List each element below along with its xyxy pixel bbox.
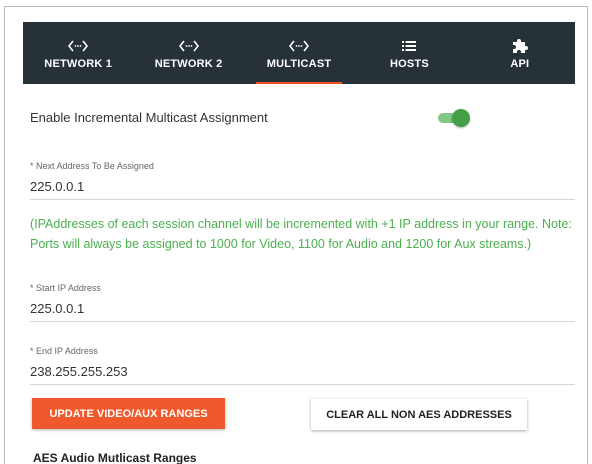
start-ip-value[interactable]: 225.0.0.1 — [30, 301, 575, 316]
incremental-multicast-row: Enable Incremental Multicast Assignment — [30, 107, 560, 129]
tab-label: NETWORK 2 — [154, 57, 223, 70]
start-ip-field[interactable]: * Start IP Address 225.0.0.1 — [30, 283, 575, 322]
end-ip-field[interactable]: * End IP Address 238.255.255.253 — [30, 346, 575, 385]
next-address-value[interactable]: 225.0.0.1 — [30, 179, 575, 194]
tab-network-1[interactable]: NETWORK 1 — [23, 22, 133, 84]
tab-label: HOSTS — [389, 57, 429, 70]
tab-multicast[interactable]: MULTICAST — [244, 22, 354, 84]
list-icon — [402, 37, 417, 55]
aes-section-title: AES Audio Mutlicast Ranges — [33, 451, 197, 464]
puzzle-icon — [512, 37, 528, 55]
start-ip-label: * Start IP Address — [30, 283, 101, 293]
settings-panel: NETWORK 1 NETWORK 2 MULTICAST HOSTS API — [4, 6, 588, 464]
code-brackets-icon — [178, 37, 199, 55]
end-ip-label: * End IP Address — [30, 346, 98, 356]
tab-bar: NETWORK 1 NETWORK 2 MULTICAST HOSTS API — [23, 22, 575, 84]
incremental-multicast-label: Enable Incremental Multicast Assignment — [30, 110, 268, 125]
field-underline — [30, 384, 575, 385]
field-underline — [30, 321, 575, 322]
tab-label: MULTICAST — [266, 57, 332, 70]
field-underline — [30, 199, 575, 200]
next-address-label: * Next Address To Be Assigned — [30, 161, 154, 171]
update-ranges-button[interactable]: UPDATE VIDEO/AUX RANGES — [32, 398, 225, 429]
end-ip-value[interactable]: 238.255.255.253 — [30, 364, 575, 379]
tab-label: NETWORK 1 — [44, 57, 113, 70]
increment-note: (IPAddresses of each session channel wil… — [30, 217, 572, 251]
clear-non-aes-button[interactable]: CLEAR ALL NON AES ADDRESSES — [311, 399, 527, 430]
tab-label: API — [510, 57, 530, 70]
incremental-multicast-toggle[interactable] — [438, 109, 470, 127]
toggle-knob — [452, 109, 470, 127]
code-brackets-icon — [289, 37, 310, 55]
tab-network-2[interactable]: NETWORK 2 — [133, 22, 243, 84]
tab-api[interactable]: API — [465, 22, 575, 84]
code-brackets-icon — [68, 37, 89, 55]
next-address-field[interactable]: * Next Address To Be Assigned 225.0.0.1 — [30, 161, 575, 200]
tab-hosts[interactable]: HOSTS — [354, 22, 464, 84]
